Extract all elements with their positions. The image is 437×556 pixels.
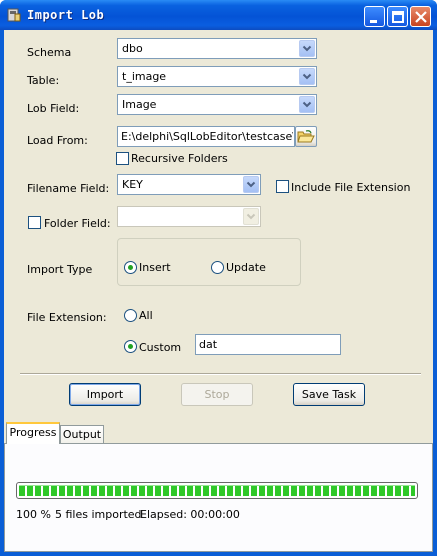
window-title: Import Lob bbox=[27, 8, 105, 22]
progress-panel: 100 % 5 files imported Elapsed: 00:00:00 bbox=[4, 443, 433, 552]
maximize-button[interactable] bbox=[387, 6, 408, 27]
file-extension-custom-radio[interactable] bbox=[124, 340, 137, 353]
app-icon bbox=[7, 8, 21, 22]
filename-field-value: KEY bbox=[122, 178, 143, 191]
folder-field-checkbox[interactable] bbox=[28, 216, 41, 229]
file-extension-all-label[interactable]: All bbox=[139, 309, 153, 322]
folder-field-label[interactable]: Folder Field: bbox=[44, 217, 111, 230]
save-task-button[interactable]: Save Task bbox=[293, 383, 365, 406]
chevron-down-icon bbox=[243, 208, 259, 225]
browse-folder-button[interactable] bbox=[295, 126, 317, 147]
load-from-label: Load From: bbox=[27, 134, 88, 147]
filename-field-label: Filename Field: bbox=[27, 182, 110, 195]
custom-extension-input[interactable]: dat bbox=[195, 334, 341, 355]
minimize-button[interactable] bbox=[364, 6, 385, 27]
progress-percent: 100 % bbox=[16, 508, 51, 521]
schema-label: Schema bbox=[27, 46, 72, 59]
import-type-label: Import Type bbox=[27, 263, 93, 276]
close-icon bbox=[415, 11, 427, 23]
lob-field-value: Image bbox=[122, 98, 157, 111]
chevron-down-icon[interactable] bbox=[299, 40, 315, 57]
load-from-value: E:\delphi\SqlLobEditor\testcase\f bbox=[121, 130, 293, 143]
import-type-insert-radio[interactable] bbox=[124, 261, 137, 274]
recursive-folders-label[interactable]: Recursive Folders bbox=[131, 152, 228, 165]
folder-field-combo[interactable] bbox=[117, 206, 261, 227]
recursive-folders-checkbox[interactable] bbox=[116, 152, 129, 165]
maximize-icon bbox=[392, 11, 404, 23]
files-imported-count: 5 files imported bbox=[55, 508, 142, 521]
close-button[interactable] bbox=[410, 6, 431, 27]
lob-field-combo[interactable]: Image bbox=[117, 94, 317, 115]
title-bar[interactable]: Import Lob bbox=[0, 0, 437, 30]
progress-bar bbox=[16, 482, 418, 499]
include-file-extension-checkbox[interactable] bbox=[276, 180, 289, 193]
load-from-input[interactable]: E:\delphi\SqlLobEditor\testcase\f bbox=[117, 126, 295, 147]
filename-field-combo[interactable]: KEY bbox=[117, 174, 261, 195]
import-type-insert-label[interactable]: Insert bbox=[139, 261, 171, 274]
schema-combo[interactable]: dbo bbox=[117, 38, 317, 59]
dialog-body: Schema dbo Table: t_image Lob Field: Ima… bbox=[4, 30, 433, 552]
lob-field-label: Lob Field: bbox=[27, 102, 80, 115]
import-lob-window: Import Lob Schema dbo Table: t_image Lob… bbox=[0, 0, 437, 556]
progress-bar-fill bbox=[19, 485, 415, 496]
import-button[interactable]: Import bbox=[69, 383, 141, 406]
import-type-update-label[interactable]: Update bbox=[226, 261, 266, 274]
file-extension-all-radio[interactable] bbox=[124, 309, 137, 322]
chevron-down-icon[interactable] bbox=[299, 96, 315, 113]
minimize-icon bbox=[370, 20, 377, 23]
import-type-update-radio[interactable] bbox=[211, 261, 224, 274]
tab-progress[interactable]: Progress bbox=[6, 422, 60, 444]
include-file-extension-label[interactable]: Include File Extension bbox=[291, 181, 410, 194]
folder-open-icon bbox=[297, 130, 315, 143]
separator bbox=[20, 373, 421, 375]
stop-button[interactable]: Stop bbox=[181, 383, 253, 406]
custom-extension-value: dat bbox=[199, 338, 218, 351]
file-extension-label: File Extension: bbox=[27, 311, 107, 324]
file-extension-custom-label[interactable]: Custom bbox=[139, 341, 181, 354]
table-label: Table: bbox=[27, 74, 60, 87]
elapsed-time: Elapsed: 00:00:00 bbox=[140, 508, 240, 521]
chevron-down-icon[interactable] bbox=[299, 68, 315, 85]
table-combo[interactable]: t_image bbox=[117, 66, 317, 87]
tab-output[interactable]: Output bbox=[60, 425, 104, 445]
schema-value: dbo bbox=[122, 42, 143, 55]
chevron-down-icon[interactable] bbox=[243, 176, 259, 193]
table-value: t_image bbox=[122, 70, 167, 83]
